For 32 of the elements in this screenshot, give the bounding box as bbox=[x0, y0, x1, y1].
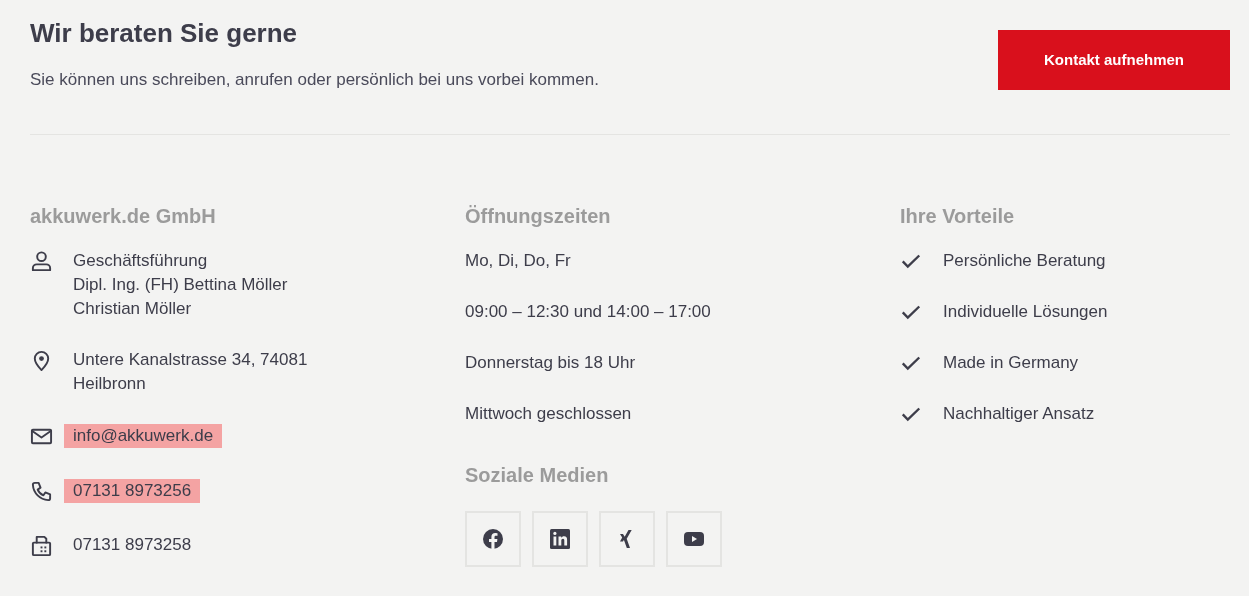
opening-hours-text: 09:00 – 12:30 und 14:00 – 17:00 bbox=[465, 301, 712, 323]
person-icon bbox=[30, 250, 53, 273]
contact-button[interactable]: Kontakt aufnehmen bbox=[998, 30, 1230, 90]
social-link-button[interactable] bbox=[465, 511, 521, 567]
phone-link[interactable]: 07131 8973256 bbox=[64, 479, 201, 503]
section-title: Wir beraten Sie gerne bbox=[30, 17, 299, 49]
contact-text: 07131 8973258 bbox=[73, 534, 192, 556]
intro-text: Sie können uns schreiben, anrufen oder persönlich bei uns vorbei kommen. bbox=[30, 69, 599, 91]
column-heading: akkuwerk.de GmbH bbox=[30, 204, 217, 228]
contact-text: Dipl. Ing. (FH) Bettina Möller bbox=[73, 274, 288, 296]
benefit-text: Nachhaltiger Ansatz bbox=[943, 403, 1095, 425]
opening-hours-text: Mittwoch geschlossen bbox=[465, 403, 633, 425]
facebook-icon bbox=[481, 527, 505, 551]
benefit-text: Individuelle Lösungen bbox=[943, 301, 1108, 323]
email-link[interactable]: info@akkuwerk.de bbox=[64, 424, 223, 448]
column-heading: Öffnungszeiten bbox=[465, 204, 612, 228]
opening-hours-text: Donnerstag bis 18 Uhr bbox=[465, 352, 637, 374]
benefit-text: Made in Germany bbox=[943, 352, 1079, 374]
opening-hours-text: Mo, Di, Do, Fr bbox=[465, 250, 572, 272]
contact-text: Heilbronn bbox=[73, 373, 146, 395]
contact-text: Untere Kanalstrasse 34, 74081 bbox=[73, 349, 308, 371]
contact-text: Christian Möller bbox=[73, 298, 192, 320]
fax-icon bbox=[30, 534, 53, 557]
benefit-text: Persönliche Beratung bbox=[943, 250, 1106, 272]
contact-text: Geschäftsführung bbox=[73, 250, 208, 272]
social-link-button[interactable] bbox=[666, 511, 722, 567]
social-link-button[interactable] bbox=[599, 511, 655, 567]
phone-icon bbox=[30, 480, 53, 503]
social-link-button[interactable] bbox=[532, 511, 588, 567]
column-heading: Soziale Medien bbox=[465, 463, 610, 487]
column-heading: Ihre Vorteile bbox=[900, 204, 1016, 228]
linkedin-icon bbox=[548, 527, 572, 551]
